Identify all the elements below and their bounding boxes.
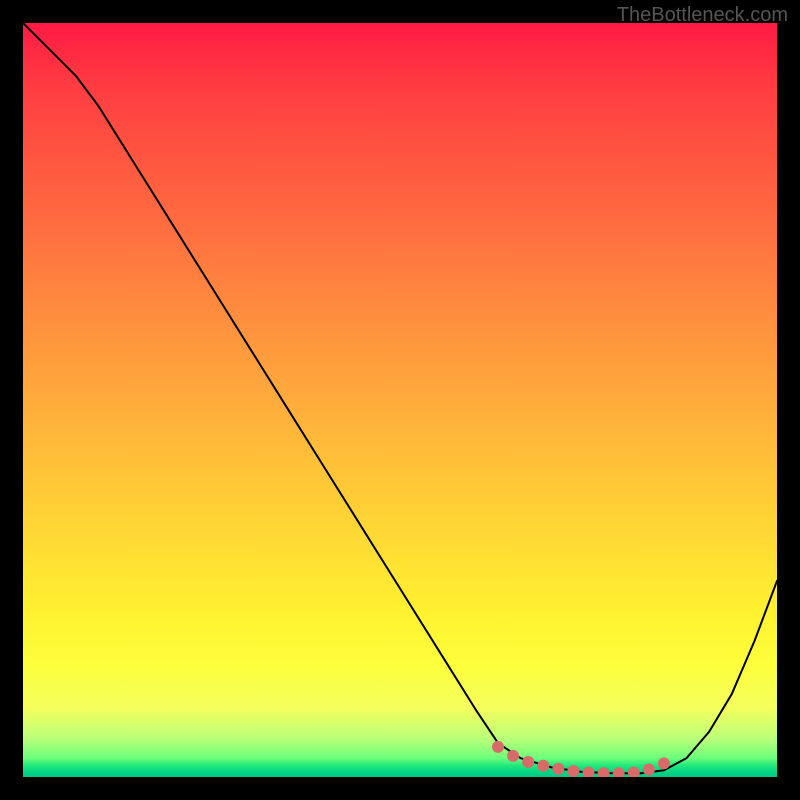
- marker-dot: [552, 763, 564, 775]
- watermark-text: TheBottleneck.com: [617, 4, 788, 27]
- marker-dot: [507, 750, 519, 762]
- marker-dot: [598, 767, 610, 777]
- marker-dot: [537, 760, 549, 772]
- marker-dot: [492, 741, 504, 753]
- marker-dot: [643, 763, 655, 775]
- bottleneck-curve: [23, 23, 777, 773]
- chart-svg: [23, 23, 777, 777]
- marker-dot: [628, 766, 640, 777]
- plot-area: [23, 23, 777, 777]
- marker-dot: [567, 765, 579, 777]
- marker-dot: [522, 756, 534, 768]
- marker-dot: [613, 767, 625, 777]
- marker-dot: [583, 766, 595, 777]
- marker-dot: [658, 757, 670, 769]
